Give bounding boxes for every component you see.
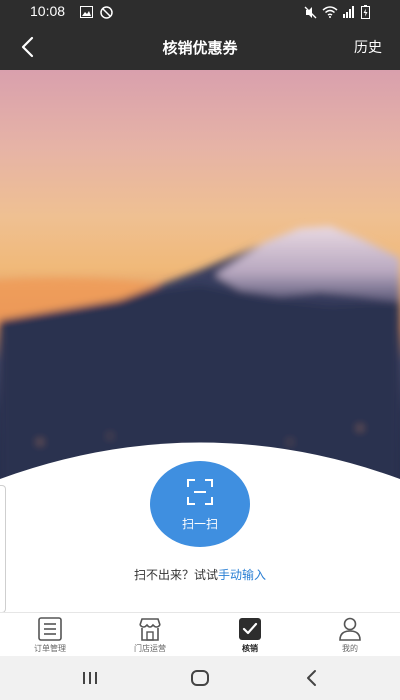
- image-icon: [80, 6, 93, 18]
- tab-order-management[interactable]: 订单管理: [0, 613, 100, 657]
- signal-icon: [343, 6, 354, 18]
- side-drawer-handle[interactable]: [0, 485, 6, 613]
- tab-store-operations[interactable]: 门店运营: [100, 613, 200, 657]
- tab-label: 我的: [342, 644, 358, 653]
- store-icon: [139, 618, 161, 641]
- check-box-icon: [239, 618, 261, 640]
- block-icon: [100, 6, 113, 19]
- recent-apps-icon[interactable]: [78, 666, 102, 690]
- order-list-icon: [38, 617, 62, 641]
- system-navigation-bar: [0, 656, 400, 700]
- status-bar: 10:08: [0, 0, 400, 24]
- home-icon[interactable]: [188, 666, 212, 690]
- history-button[interactable]: 历史: [354, 37, 382, 57]
- tab-label: 订单管理: [34, 644, 66, 653]
- scan-label: 扫一扫: [181, 517, 218, 531]
- person-icon: [339, 617, 361, 641]
- mute-icon: [304, 6, 317, 19]
- back-icon[interactable]: [300, 666, 324, 690]
- hint-text: 扫不出来？试试手动输入: [0, 566, 400, 583]
- tab-label: 门店运营: [134, 644, 166, 653]
- tab-bar: 订单管理 门店运营 核销 我的: [0, 612, 400, 656]
- tab-label: 核销: [242, 644, 258, 653]
- tab-mine[interactable]: 我的: [300, 613, 400, 657]
- scan-frame-icon: [187, 479, 213, 505]
- status-time: 10:08: [30, 3, 66, 19]
- scan-button[interactable]: 扫一扫: [150, 461, 250, 547]
- manual-input-link[interactable]: 手动输入: [218, 568, 266, 582]
- wifi-icon: [322, 6, 338, 18]
- nav-bar: 核销优惠券 历史: [0, 24, 400, 70]
- battery-icon: [361, 5, 370, 19]
- tab-verify[interactable]: 核销: [200, 613, 300, 657]
- page-title: 核销优惠券: [162, 39, 238, 57]
- hint-prefix: 扫不出来？试试: [133, 568, 218, 582]
